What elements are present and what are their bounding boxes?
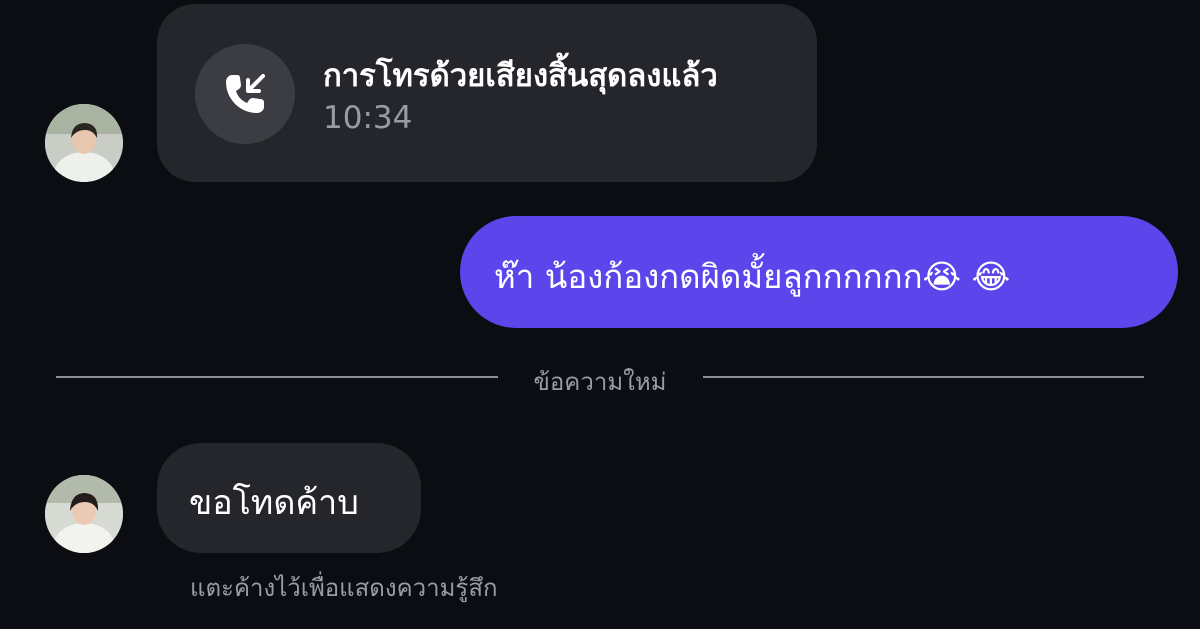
avatar-photo	[45, 104, 123, 182]
outgoing-message[interactable]: ห๊า น้องก้องกดผิดมั้ยลูกกกกกก😭 😂	[460, 216, 1178, 328]
new-messages-divider-label: ข้อความใหม่	[533, 368, 667, 396]
outgoing-message-text: ห๊า น้องก้องกดผิดมั้ยลูกกกกกก😭 😂	[494, 257, 1011, 296]
reaction-hint: แตะค้างไว้เพื่อแสดงความรู้สึก	[190, 574, 498, 602]
divider-line-right	[703, 376, 1144, 378]
divider-line-left	[56, 376, 498, 378]
call-status-text: การโทรด้วยเสียงสิ้นสุดลงแล้ว	[323, 58, 718, 94]
avatar[interactable]	[45, 104, 123, 182]
call-duration: 10:34	[323, 100, 413, 136]
avatar-photo	[45, 475, 123, 553]
incoming-message[interactable]: ขอโทดค้าบ	[157, 443, 421, 553]
call-ended-message[interactable]: การโทรด้วยเสียงสิ้นสุดลงแล้ว 10:34	[157, 4, 817, 182]
phone-incoming-icon	[226, 74, 265, 113]
avatar[interactable]	[45, 475, 123, 553]
incoming-message-text: ขอโทดค้าบ	[189, 483, 359, 523]
call-icon-button[interactable]	[195, 44, 295, 144]
